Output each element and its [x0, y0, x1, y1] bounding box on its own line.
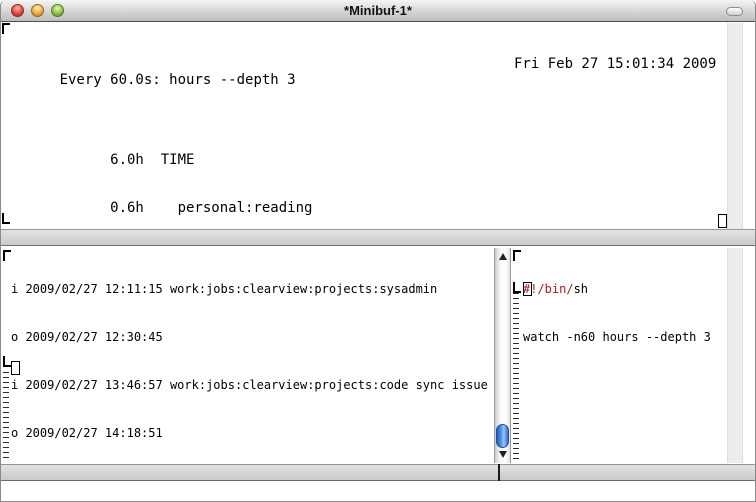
- modeline-watchhours[interactable]: --:-- watchhours All (3,0): [500, 464, 756, 481]
- scroll-up-icon[interactable]: [499, 253, 507, 260]
- timelog-line: o 2009/02/27 12:30:45: [11, 329, 493, 345]
- buffer-top-icon: [2, 23, 10, 34]
- right-scrollbar-track[interactable]: [727, 23, 743, 229]
- modeline-timelog[interactable]: --:-- current.timelog Bot (3726,0) darcs…: [1, 464, 498, 481]
- shebang-rest: sh: [574, 282, 588, 296]
- buffer-bottom-icon: [2, 213, 10, 224]
- minibuffer[interactable]: Redo: (ansi-term "/Users/simon/bin/watch…: [9, 484, 753, 500]
- timelog-scrollbar[interactable]: [494, 248, 511, 463]
- report-line: 0.6h personal:reading: [9, 200, 729, 216]
- script-cursor: [523, 282, 532, 296]
- watch-command-text: Every 60.0s: hours --depth 3: [60, 72, 296, 88]
- scroll-down-icon[interactable]: [499, 451, 507, 458]
- script-window[interactable]: #!/bin/sh watch -n60 hours --depth 3: [523, 249, 727, 463]
- empty-lines-icon: [513, 293, 519, 462]
- blank-line: [9, 104, 729, 120]
- report-line: 6.0h TIME: [9, 152, 729, 168]
- right-scrollbar-track[interactable]: [727, 248, 743, 463]
- script-command-line: watch -n60 hours --depth 3: [523, 329, 727, 345]
- window-title: *Minibuf-1*: [1, 3, 755, 18]
- modeline-text: -u:** *ansi-term* All (13,101) (Term: ch…: [34, 245, 756, 246]
- modeline-text: --:-- watchhours All (3,0): [531, 480, 748, 481]
- terminal-cursor: [718, 214, 727, 228]
- buffer-bottom-icon: [513, 282, 521, 293]
- buffer-bottom-icon: [3, 356, 11, 367]
- buffer-top-icon: [3, 250, 11, 261]
- timelog-line: i 2009/02/27 13:46:57 work:jobs:clearvie…: [11, 377, 493, 393]
- emacs-frame: *Minibuf-1* Every 60.0s: hours --depth 3…: [0, 0, 756, 502]
- timelog-line: o 2009/02/27 14:18:51: [11, 425, 493, 441]
- scrollbar-thumb[interactable]: [496, 424, 509, 448]
- buffer-top-icon: [513, 250, 521, 261]
- modeline-ansi-term[interactable]: -u:** *ansi-term* All (13,101) (Term: ch…: [1, 229, 756, 246]
- timelog-window[interactable]: i 2009/02/27 12:11:15 work:jobs:clearvie…: [11, 249, 493, 463]
- timelog-cursor: [11, 361, 20, 375]
- watch-header-row: Every 60.0s: hours --depth 3 Fri Feb 27 …: [9, 56, 729, 72]
- shebang-line: #!/bin/sh: [523, 281, 727, 297]
- window-titlebar[interactable]: *Minibuf-1*: [1, 0, 755, 22]
- watch-timestamp: Fri Feb 27 15:01:34 2009: [514, 56, 716, 72]
- ansi-term-window[interactable]: Every 60.0s: hours --depth 3 Fri Feb 27 …: [9, 24, 729, 228]
- toolbar-toggle-button[interactable]: [726, 7, 743, 16]
- timelog-line: i 2009/02/27 12:11:15 work:jobs:clearvie…: [11, 281, 493, 297]
- empty-lines-icon: [3, 372, 9, 462]
- modeline-text: --:-- current.timelog Bot (3726,0) darcs…: [32, 480, 498, 481]
